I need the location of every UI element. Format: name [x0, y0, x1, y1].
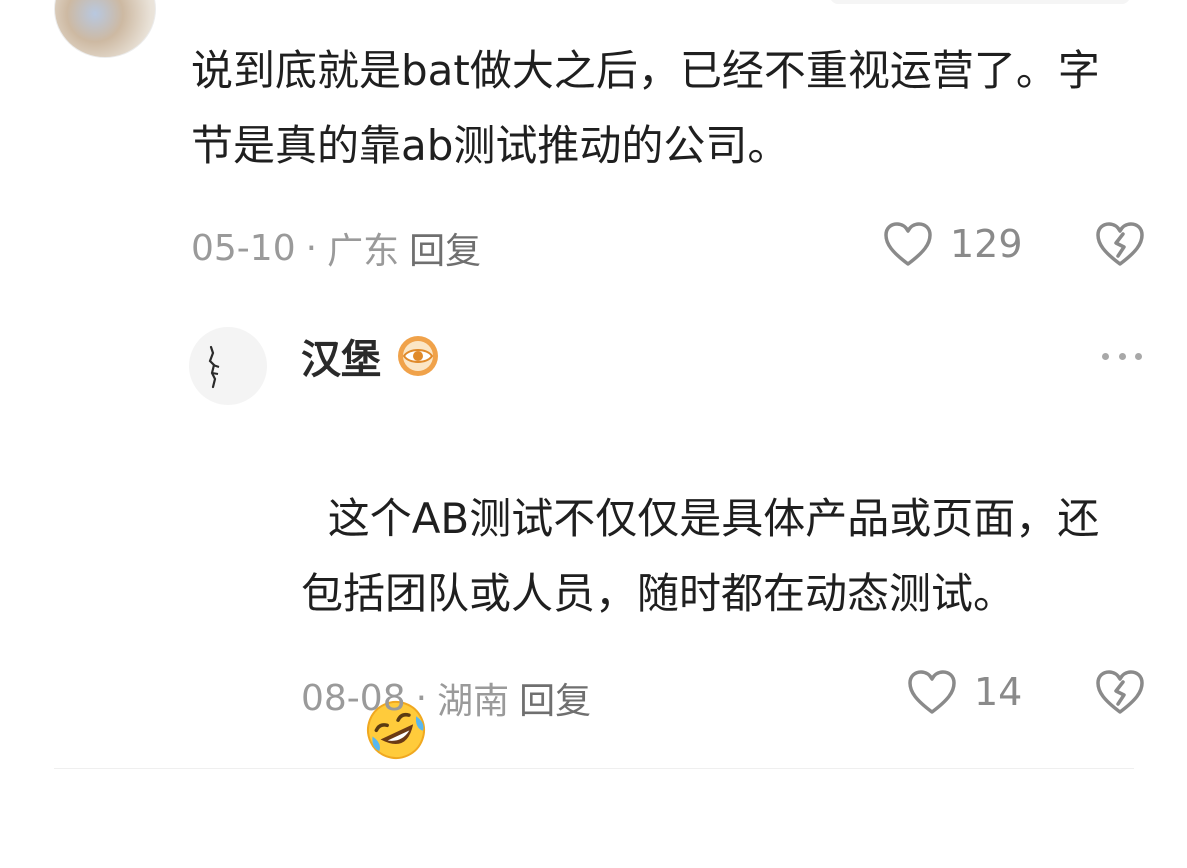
comment-2-meta: 08-08 · 湖南 回复 [301, 672, 591, 724]
comment-1-reply-button[interactable]: 回复 [409, 222, 481, 274]
comment-2-dislike-button[interactable] [1094, 668, 1146, 716]
broken-heart-icon [1096, 670, 1144, 714]
avatar-comment-1[interactable] [54, 0, 156, 58]
comment-1-location: 广东 [327, 231, 400, 272]
comment-2-username-row[interactable]: 汉堡 [301, 327, 441, 385]
comment-2-location: 湖南 [437, 681, 510, 722]
comment-2-more-button[interactable] [1102, 346, 1142, 366]
avatar-comment-2[interactable] [189, 327, 267, 405]
avatar-figure-icon [208, 345, 220, 389]
comment-1-meta: 05-10 · 广东 回复 [191, 222, 481, 274]
eye-badge-icon [398, 336, 438, 376]
more-dot [1102, 352, 1109, 360]
laughing-crying-emoji-icon [311, 623, 428, 860]
broken-heart-icon [1096, 222, 1144, 266]
comment-1-date: 05-10 [191, 227, 296, 269]
comment-1-like-count: 129 [950, 222, 1023, 266]
meta-separator: · [305, 227, 318, 269]
comment-2-date: 08-08 [301, 677, 406, 719]
heart-outline-icon [884, 222, 932, 266]
comment-1-dislike-button[interactable] [1094, 220, 1146, 268]
comment-1-text: 说到底就是bat做大之后，已经不重视运营了。字节是真的靠ab测试推动的公司。 [191, 46, 1100, 170]
comment-2-body: 这个AB测试不仅仅是具体产品或页面，还包括团队或人员，随时都在动态测试。 [301, 406, 1141, 868]
meta-separator: · [415, 677, 428, 719]
top-input-pill [830, 0, 1130, 4]
more-dot [1118, 352, 1126, 360]
divider [54, 768, 1134, 769]
comment-2-username[interactable]: 汉堡 [301, 327, 381, 385]
more-dot [1135, 352, 1142, 360]
comment-2-text: 这个AB测试不仅仅是具体产品或页面，还包括团队或人员，随时都在动态测试。 [301, 494, 1100, 618]
heart-outline-icon [908, 670, 956, 714]
comment-2-like-button[interactable]: 14 [906, 668, 1022, 716]
comment-2-like-count: 14 [974, 670, 1023, 714]
comment-2-reply-button[interactable]: 回复 [519, 672, 591, 724]
comment-1-like-button[interactable]: 129 [882, 220, 1023, 268]
